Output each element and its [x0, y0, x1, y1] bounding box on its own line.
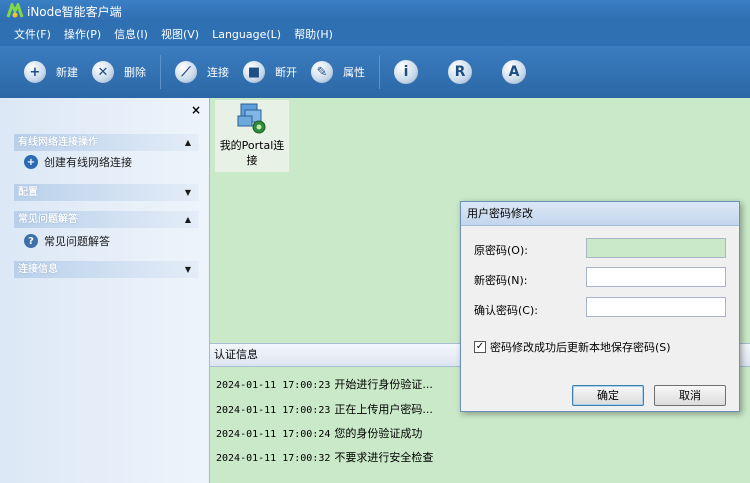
plus-icon: + [24, 61, 46, 83]
ok-button[interactable]: 确定 [572, 385, 644, 406]
help-circle-icon: ? [24, 234, 38, 248]
new-password-input[interactable] [586, 267, 726, 287]
confirm-password-label: 确认密码(C): [474, 304, 538, 317]
close-icon[interactable]: × [191, 103, 201, 117]
new-label: 新建 [56, 66, 78, 79]
panel-header-label: 常见问题解答 [18, 214, 78, 225]
panel-header-faq[interactable]: 常见问题解答 ▲ [14, 211, 199, 228]
menu-bar: 文件(F) 操作(P) 信息(I) 视图(V) Language(L) 帮助(H… [0, 22, 750, 46]
toolbar-separator [160, 55, 161, 89]
new-button[interactable]: + 新建 [24, 61, 78, 83]
old-password-input[interactable] [586, 238, 726, 258]
title-bar: iNode智能客户端 [0, 0, 750, 22]
r-button[interactable]: R [448, 60, 472, 84]
connection-label: 我的Portal连接 [219, 139, 285, 167]
faq-link[interactable]: ? 常见问题解答 [24, 233, 110, 249]
sidebar: × 有线网络连接操作 ▲ + 创建有线网络连接 配置 ▼ 常见问题解答 ▲ ? … [0, 98, 210, 483]
connect-plug-icon: ⟋ [175, 61, 197, 83]
panel-item-label: 常见问题解答 [44, 235, 110, 248]
portal-connection-item[interactable]: 我的Portal连接 [215, 100, 289, 172]
properties-label: 属性 [343, 66, 365, 79]
checkbox-checked-icon[interactable]: ✓ [474, 341, 486, 353]
log-line: 2024-01-11 17:00:32 不要求进行安全检查 [216, 449, 433, 465]
panel-header-connection-info[interactable]: 连接信息 ▼ [14, 261, 199, 278]
log-time: 2024-01-11 17:00:24 [216, 429, 331, 440]
disconnect-button[interactable]: ■ 断开 [243, 61, 297, 83]
log-time: 2024-01-11 17:00:32 [216, 453, 331, 464]
panel-header-label: 配置 [18, 187, 38, 198]
log-message: 您的身份验证成功 [334, 427, 423, 440]
panel-header-wired-ops[interactable]: 有线网络连接操作 ▲ [14, 134, 199, 151]
panel-header-label: 连接信息 [18, 264, 58, 275]
log-message: 不要求进行安全检查 [334, 451, 434, 464]
menu-info[interactable]: 信息(I) [114, 26, 148, 42]
cross-icon: ✕ [92, 61, 114, 83]
add-circle-icon: + [24, 155, 38, 169]
info-button[interactable]: i [394, 60, 418, 84]
log-line: 2024-01-11 17:00:23 正在上传用户密码... [216, 401, 433, 417]
inode-logo-icon [6, 1, 24, 19]
collapse-arrow-icon[interactable]: ▲ [185, 211, 191, 228]
expand-arrow-icon[interactable]: ▼ [185, 261, 191, 278]
menu-language[interactable]: Language(L) [212, 28, 281, 41]
menu-help[interactable]: 帮助(H) [294, 26, 333, 42]
a-letter-icon: A [502, 60, 526, 84]
log-time: 2024-01-11 17:00:23 [216, 380, 331, 391]
dialog-title: 用户密码修改 [461, 202, 739, 226]
save-password-label: 密码修改成功后更新本地保存密码(S) [490, 341, 671, 354]
collapse-arrow-icon[interactable]: ▲ [185, 134, 191, 151]
stop-icon: ■ [243, 61, 265, 83]
delete-label: 删除 [124, 66, 146, 79]
log-line: 2024-01-11 17:00:23 开始进行身份验证... [216, 376, 433, 392]
log-message: 开始进行身份验证... [334, 378, 433, 391]
save-password-checkbox[interactable]: ✓ 密码修改成功后更新本地保存密码(S) [474, 339, 671, 355]
window-title: iNode智能客户端 [27, 4, 122, 19]
connect-label: 连接 [207, 66, 229, 79]
toolbar: + 新建 ✕ 删除 ⟋ 连接 ■ 断开 ✎ 属性 i R A [0, 46, 750, 98]
wrench-icon: ✎ [311, 61, 333, 83]
connect-button[interactable]: ⟋ 连接 [175, 61, 229, 83]
change-password-dialog: 用户密码修改 原密码(O): 新密码(N): 确认密码(C): ✓ 密码修改成功… [460, 201, 740, 412]
properties-button[interactable]: ✎ 属性 [311, 61, 365, 83]
info-icon: i [394, 60, 418, 84]
panel-header-config[interactable]: 配置 ▼ [14, 184, 199, 201]
log-time: 2024-01-11 17:00:23 [216, 405, 331, 416]
cancel-button[interactable]: 取消 [654, 385, 726, 406]
expand-arrow-icon[interactable]: ▼ [185, 184, 191, 201]
log-message: 正在上传用户密码... [334, 403, 433, 416]
panel-item-label: 创建有线网络连接 [44, 156, 132, 169]
log-line: 2024-01-11 17:00:24 您的身份验证成功 [216, 425, 422, 441]
toolbar-separator [379, 55, 380, 89]
confirm-password-input[interactable] [586, 297, 726, 317]
delete-button[interactable]: ✕ 删除 [92, 61, 146, 83]
a-button[interactable]: A [502, 60, 526, 84]
disconnect-label: 断开 [275, 66, 297, 79]
network-connection-icon [235, 102, 269, 136]
r-letter-icon: R [448, 60, 472, 84]
new-password-label: 新密码(N): [474, 274, 528, 287]
panel-header-label: 有线网络连接操作 [18, 137, 98, 148]
menu-operation[interactable]: 操作(P) [64, 26, 101, 42]
old-password-label: 原密码(O): [474, 244, 528, 257]
menu-file[interactable]: 文件(F) [14, 26, 51, 42]
create-wired-connection-link[interactable]: + 创建有线网络连接 [24, 154, 132, 170]
menu-view[interactable]: 视图(V) [161, 26, 199, 42]
